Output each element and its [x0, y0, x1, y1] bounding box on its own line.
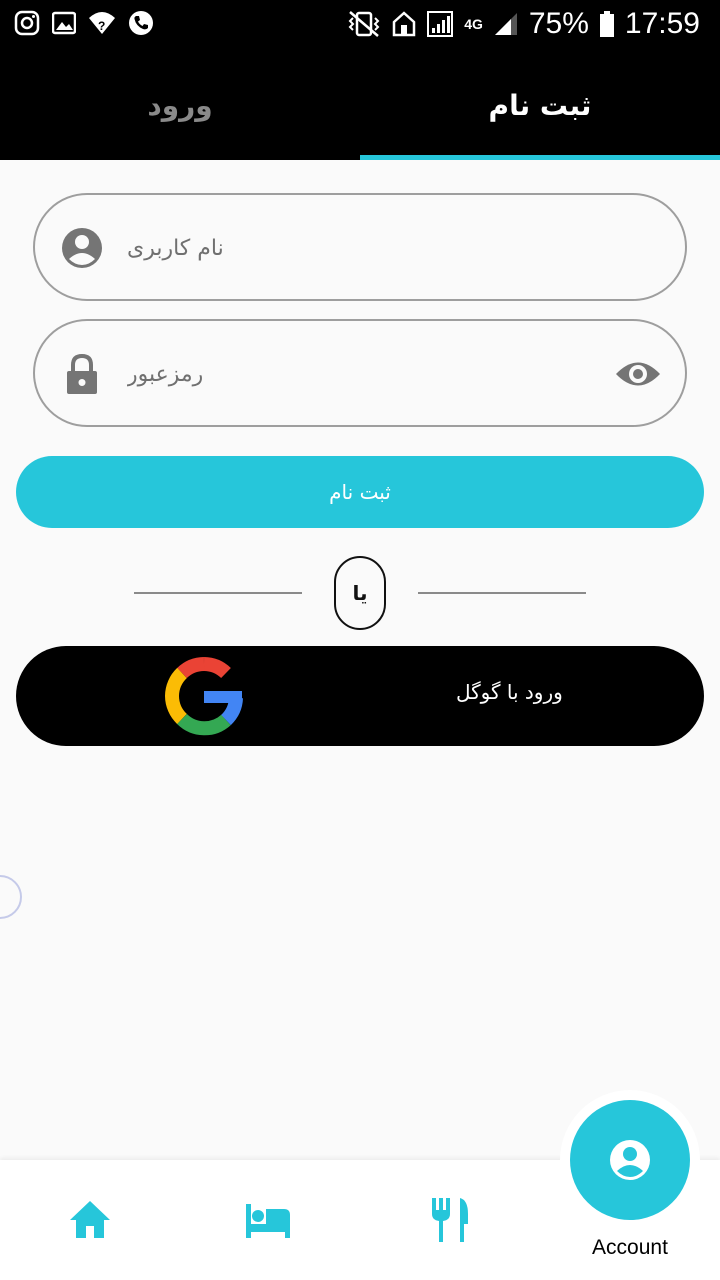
gallery-icon [52, 11, 76, 35]
wifi-question-icon: ? [89, 12, 115, 34]
svg-text:?: ? [98, 19, 105, 33]
phone-icon [129, 11, 153, 35]
signal-icon [427, 11, 454, 37]
account-button[interactable] [570, 1100, 690, 1220]
battery-icon [599, 11, 614, 37]
google-logo-icon [165, 657, 243, 736]
network-type: 4G [464, 16, 483, 32]
status-bar: ? 4G 75% 17:59 [0, 0, 720, 50]
home-icon [392, 11, 416, 37]
google-login-button[interactable]: ورود با گوگل [16, 646, 704, 746]
status-left-icons: ? [14, 10, 154, 36]
signal-strength-icon [494, 13, 517, 35]
clock: 17:59 [624, 7, 700, 40]
username-input[interactable] [127, 225, 547, 271]
password-field[interactable] [33, 319, 687, 427]
account-circle-icon [610, 1140, 650, 1180]
tab-indicator [360, 155, 720, 160]
divider-line-right [418, 592, 586, 594]
account-label: Account [592, 1236, 668, 1259]
password-input[interactable] [127, 351, 547, 397]
signup-button[interactable]: ثبت نام [16, 456, 704, 528]
battery-percent: 75% [528, 7, 589, 40]
lock-icon [67, 353, 97, 394]
google-login-label: ورود با گوگل [456, 680, 563, 704]
auth-tabs: ورود ثبت نام [0, 50, 720, 160]
restaurant-icon[interactable] [426, 1196, 474, 1244]
hotel-icon[interactable] [244, 1196, 292, 1244]
tab-signup[interactable]: ثبت نام [360, 50, 720, 160]
divider-line-left [134, 592, 302, 594]
status-right-icons: 4G 75% 17:59 [346, 6, 700, 42]
vibrate-mute-icon [348, 11, 380, 37]
edge-handle[interactable] [0, 875, 22, 919]
instagram-icon [14, 10, 40, 36]
or-divider-label: یا [334, 556, 386, 630]
username-field[interactable] [33, 193, 687, 301]
home-icon[interactable] [66, 1196, 114, 1244]
account-circle-icon [62, 228, 102, 268]
eye-icon[interactable] [615, 357, 661, 391]
tab-login[interactable]: ورود [0, 50, 360, 160]
